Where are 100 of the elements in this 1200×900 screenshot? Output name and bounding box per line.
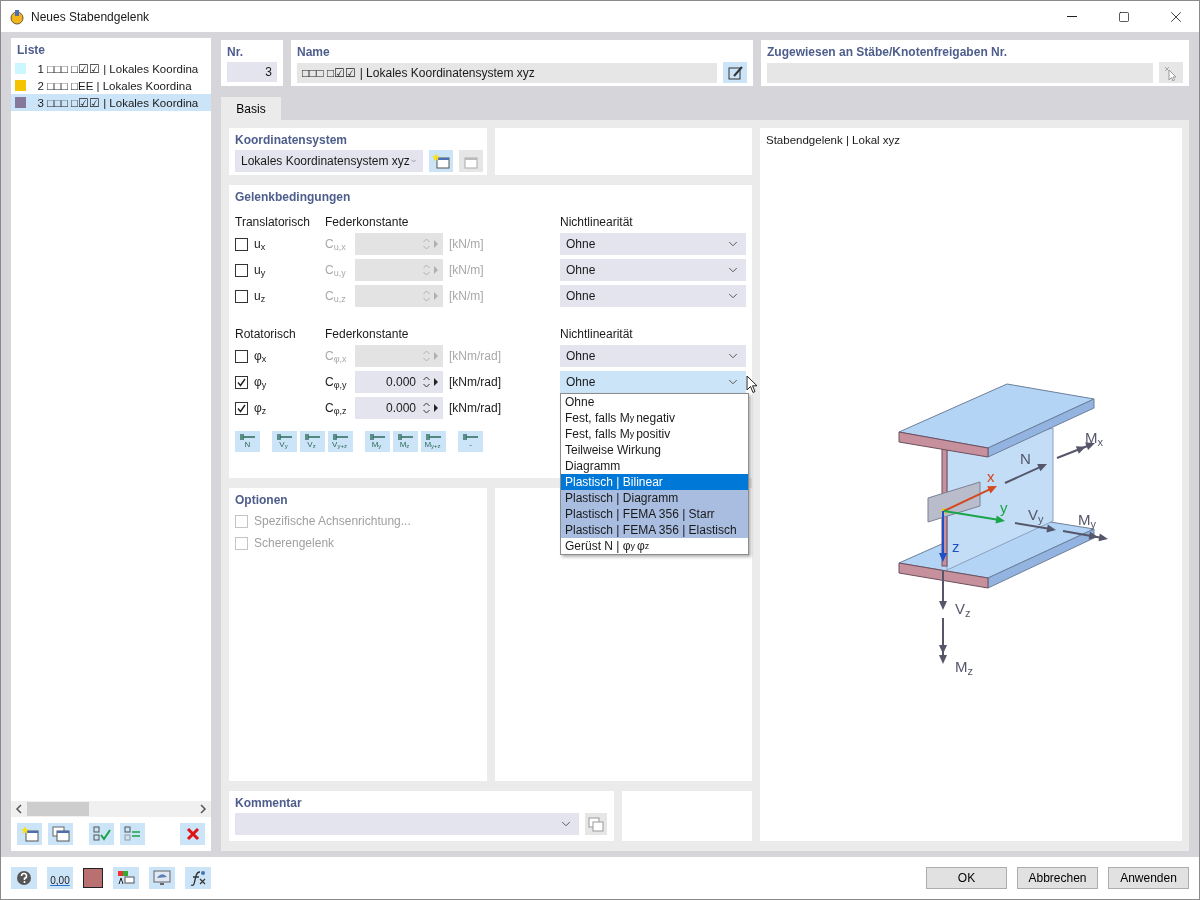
unit-label: [kN/m] bbox=[449, 263, 485, 277]
release-preset-button[interactable]: V$_{z}$ bbox=[300, 431, 325, 452]
nonlinearity-dropdown[interactable]: Ohne bbox=[560, 345, 746, 367]
nonlinearity-dropdown[interactable]: Ohne bbox=[560, 233, 746, 255]
checkbox[interactable] bbox=[235, 237, 248, 251]
chevron-right-icon bbox=[199, 804, 207, 814]
dropdown-option[interactable]: Plastisch | Diagramm bbox=[561, 490, 748, 506]
list-item[interactable]: 1 □□□ □☑☑ | Lokales Koordina bbox=[11, 60, 211, 77]
hinge-plate bbox=[927, 481, 981, 523]
spin-field[interactable] bbox=[355, 259, 443, 281]
symbol-label: φ$_{y}$ bbox=[254, 375, 268, 389]
dropdown-option[interactable]: Teilweise Wirkung bbox=[561, 442, 748, 458]
dropdown-option[interactable]: Plastisch | FEMA 356 | Elastisch bbox=[561, 522, 748, 538]
dialog-button[interactable]: OK bbox=[926, 867, 1007, 889]
preview-title: Stabendgelenk | Lokal xyz bbox=[765, 133, 902, 148]
check-all-button[interactable] bbox=[89, 823, 114, 845]
section-title: Optionen bbox=[234, 492, 289, 509]
checkbox[interactable] bbox=[235, 263, 248, 277]
nonlinearity-dropdown[interactable]: Ohne bbox=[560, 259, 746, 281]
dropdown-option[interactable]: Ohne bbox=[561, 394, 748, 410]
formula-button[interactable] bbox=[185, 867, 211, 889]
dropdown-option[interactable]: Diagramm bbox=[561, 458, 748, 474]
release-preset-button[interactable]: M$_{y+z}$ bbox=[421, 431, 446, 452]
release-preset-button[interactable]: M$_{z}$ bbox=[393, 431, 418, 452]
display-button[interactable] bbox=[113, 867, 139, 889]
hinge-icon bbox=[304, 434, 321, 440]
unit-label: [kNm/rad] bbox=[449, 349, 502, 363]
spin-arrows-icon bbox=[423, 375, 430, 389]
tab[interactable]: Basis bbox=[221, 97, 281, 120]
nonlinearity-dropdown[interactable]: Ohne bbox=[560, 285, 746, 307]
column-heading: Federkonstante bbox=[325, 215, 410, 229]
spin-field[interactable]: 0.000 bbox=[355, 371, 443, 393]
view-button[interactable] bbox=[149, 867, 175, 889]
spin-arrows-icon bbox=[423, 263, 430, 277]
section-title: Koordinatensystem bbox=[234, 132, 349, 149]
axis-label: M$_{z}$ bbox=[955, 658, 973, 677]
spin-arrows-icon bbox=[423, 237, 430, 251]
checkbox[interactable] bbox=[235, 375, 248, 389]
copy-button[interactable] bbox=[48, 823, 73, 845]
edit-button[interactable] bbox=[723, 62, 747, 83]
release-preset-button[interactable]: N bbox=[235, 431, 260, 452]
help-button[interactable] bbox=[11, 867, 37, 889]
axis-label: N bbox=[1020, 450, 1031, 467]
spin-field[interactable] bbox=[355, 233, 443, 255]
checkbox[interactable] bbox=[235, 349, 248, 363]
panel-title: Liste bbox=[16, 42, 46, 59]
unit-label: [kN/m] bbox=[449, 289, 485, 303]
column-heading: Federkonstante bbox=[325, 327, 410, 341]
constant-label: C$_{u,z}$ bbox=[325, 289, 347, 303]
list-item[interactable]: 2 □□□ □EE | Lokales Koordina bbox=[11, 77, 211, 94]
name-field[interactable]: □□□ □☑☑ | Lokales Koordinatensystem xyz bbox=[297, 62, 717, 83]
new-button[interactable] bbox=[17, 823, 42, 845]
release-preset-button[interactable]: - bbox=[458, 431, 483, 452]
force-arrow bbox=[1004, 464, 1047, 484]
item-label: □□□ □☑☑ | Lokales Koordina bbox=[47, 61, 199, 76]
spin-field[interactable] bbox=[355, 285, 443, 307]
coordinate-system-dropdown[interactable]: Lokales Koordinatensystem xyz bbox=[235, 150, 423, 172]
spin-field[interactable] bbox=[355, 345, 443, 367]
triangle-right-icon bbox=[433, 351, 439, 361]
triangle-right-icon bbox=[433, 265, 439, 275]
spin-arrows-icon bbox=[423, 349, 430, 363]
hinge-icon bbox=[397, 434, 414, 440]
toggle-checks-button[interactable] bbox=[120, 823, 145, 845]
copy-comment-button[interactable] bbox=[585, 813, 607, 835]
checkbox[interactable] bbox=[235, 289, 248, 303]
assigned-field[interactable] bbox=[767, 62, 1153, 83]
column-heading: Nichtlinearität bbox=[560, 327, 634, 341]
display-settings-icon bbox=[117, 870, 135, 886]
axis-label: x bbox=[987, 468, 995, 485]
dropdown-option[interactable]: Plastisch | FEMA 356 | Starr bbox=[561, 506, 748, 522]
windows-icon bbox=[51, 826, 70, 842]
spin-field[interactable]: 0.000 bbox=[355, 397, 443, 419]
decimals-button[interactable]: 0,00 bbox=[47, 867, 73, 889]
field-title: Nr. bbox=[226, 44, 244, 61]
symbol-label: u$_{y}$ bbox=[254, 263, 267, 277]
constant-label: C$_{φ,y}$ bbox=[325, 375, 348, 389]
symbol-label: u$_{x}$ bbox=[254, 237, 267, 251]
axis-label: M$_{x}$ bbox=[1085, 429, 1103, 448]
hinge-icon bbox=[239, 434, 256, 440]
number-field[interactable]: 3 bbox=[227, 62, 277, 82]
checkbox[interactable] bbox=[235, 401, 248, 415]
release-preset-button[interactable]: M$_{y}$ bbox=[365, 431, 390, 452]
new-coordinate-system-button[interactable] bbox=[429, 150, 453, 172]
list-item[interactable]: 3 □□□ □☑☑ | Lokales Koordina bbox=[11, 94, 211, 111]
item-number: 2 bbox=[36, 79, 44, 92]
axis-label: V$_{y}$ bbox=[1028, 506, 1044, 525]
function-icon bbox=[189, 870, 207, 886]
edit-coordinate-system-button[interactable] bbox=[459, 150, 483, 172]
constant-label: C$_{u,y}$ bbox=[325, 263, 347, 277]
dialog-button[interactable]: Abbrechen bbox=[1017, 867, 1098, 889]
pick-button[interactable] bbox=[1159, 62, 1183, 83]
dropdown-option[interactable]: Plastisch | Bilinear bbox=[561, 474, 748, 490]
dialog-button[interactable]: Anwenden bbox=[1108, 867, 1189, 889]
delete-button[interactable] bbox=[180, 823, 205, 845]
symbol-label: φ$_{x}$ bbox=[254, 349, 268, 363]
release-preset-button[interactable]: V$_{y}$ bbox=[272, 431, 297, 452]
release-preset-button[interactable]: V$_{y+z}$ bbox=[328, 431, 353, 452]
hinge-icon bbox=[369, 434, 386, 440]
nonlinearity-dropdown[interactable]: Ohne bbox=[560, 371, 746, 393]
horizontal-scrollbar[interactable] bbox=[11, 801, 211, 817]
